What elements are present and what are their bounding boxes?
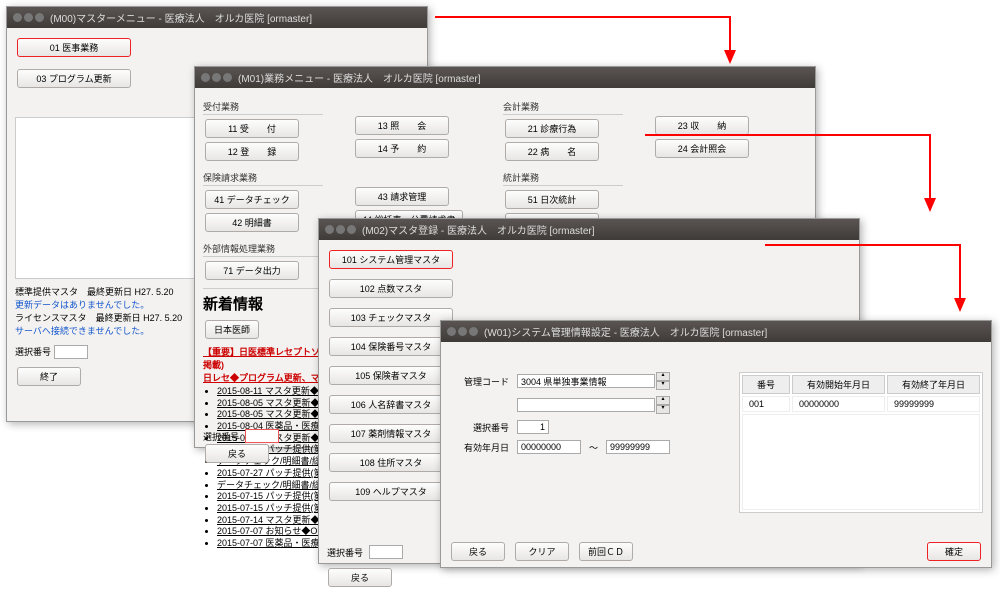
sub-input[interactable]	[517, 398, 655, 412]
btn-106[interactable]: 106 人名辞書マスタ	[329, 395, 453, 414]
confirm-button[interactable]: 確定	[927, 542, 981, 561]
window-w01: (W01)システム管理情報設定 - 医療法人 オルカ医院 [ormaster] …	[440, 320, 992, 568]
clear-button[interactable]: クリア	[515, 542, 569, 561]
btn-71[interactable]: 71 データ出力	[205, 261, 299, 280]
btn-103[interactable]: 103 チェックマスタ	[329, 308, 453, 327]
btn-11[interactable]: 11 受 付	[205, 119, 299, 138]
btn-21[interactable]: 21 診療行為	[505, 119, 599, 138]
std-master-date: 最終更新日 H27. 5.20	[87, 287, 174, 297]
date-from-input[interactable]	[517, 440, 581, 454]
titlebar-m02: (M02)マスタ登録 - 医療法人 オルカ医院 [ormaster]	[319, 219, 859, 240]
cell: 99999999	[887, 396, 980, 412]
section-insurance: 保険請求業務	[203, 171, 323, 186]
sub-select[interactable]: ▴▾	[517, 396, 670, 414]
btn-108[interactable]: 108 住所マスタ	[329, 453, 453, 472]
mgmt-code-input[interactable]	[517, 374, 655, 388]
chevron-down-icon[interactable]: ▾	[656, 405, 670, 414]
menu-03-button[interactable]: 03 プログラム更新	[17, 69, 131, 88]
selnum-input[interactable]	[517, 420, 549, 434]
cell: 00000000	[792, 396, 885, 412]
back-button-m02[interactable]: 戻る	[328, 568, 392, 587]
list-item[interactable]: 2015-07-15 パッチ提供(第	[217, 491, 323, 501]
valid-period-table: 番号有効開始年月日有効終了年月日 0010000000099999999	[739, 372, 983, 513]
date-to-input[interactable]	[606, 440, 670, 454]
list-item[interactable]: 2015-08-05 マスタ更新◆	[217, 409, 320, 419]
title-m00: (M00)マスターメニュー - 医療法人 オルカ医院 [ormaster]	[50, 10, 312, 25]
section-external: 外部情報処理業務	[203, 242, 323, 257]
titlebar-w01: (W01)システム管理情報設定 - 医療法人 オルカ医院 [ormaster]	[441, 321, 991, 342]
window-controls-icon[interactable]	[325, 225, 356, 234]
select-input-m00[interactable]	[54, 345, 88, 359]
btn-12[interactable]: 12 登 録	[205, 142, 299, 161]
no-update-text: 更新データはありませんでした。	[15, 300, 149, 310]
list-item[interactable]: 2015-08-05 マスタ更新◆	[217, 398, 320, 408]
list-item[interactable]: データチェック/明細書/総括	[217, 480, 330, 490]
window-controls-icon[interactable]	[201, 73, 232, 82]
select-input-m01[interactable]	[245, 429, 279, 443]
btn-13[interactable]: 13 照 会	[355, 116, 449, 135]
std-master-label: 標準提供マスタ	[15, 287, 78, 297]
th-end: 有効終了年月日	[887, 375, 980, 394]
selnum-label: 選択番号	[449, 421, 509, 434]
btn-42[interactable]: 42 明細書	[205, 213, 299, 232]
title-m02: (M02)マスタ登録 - 医療法人 オルカ医院 [ormaster]	[362, 222, 595, 237]
section-stats: 統計業務	[503, 171, 623, 186]
validdate-label: 有効年月日	[449, 441, 509, 454]
title-w01: (W01)システム管理情報設定 - 医療法人 オルカ医院 [ormaster]	[484, 324, 767, 339]
arrow-icon	[430, 12, 740, 72]
back-button-w01[interactable]: 戻る	[451, 542, 505, 561]
btn-22[interactable]: 22 病 名	[505, 142, 599, 161]
cell: 001	[742, 396, 790, 412]
arrow-icon	[640, 130, 940, 220]
select-label-m02: 選択番号	[327, 546, 363, 559]
tilde-label: ～	[589, 441, 598, 454]
select-label-m00: 選択番号	[15, 347, 51, 357]
th-start: 有効開始年月日	[792, 375, 885, 394]
table-row[interactable]: 0010000000099999999	[742, 396, 980, 412]
list-item[interactable]: 2015-07-14 マスタ更新◆	[217, 515, 320, 525]
prevcd-button[interactable]: 前回ＣＤ	[579, 542, 633, 561]
chevron-up-icon[interactable]: ▴	[656, 396, 670, 405]
btn-107[interactable]: 107 薬剤情報マスタ	[329, 424, 453, 443]
chevron-up-icon[interactable]: ▴	[656, 372, 670, 381]
th-num: 番号	[742, 375, 790, 394]
window-controls-icon[interactable]	[447, 327, 478, 336]
title-m01: (M01)業務メニュー - 医療法人 オルカ医院 [ormaster]	[238, 70, 481, 85]
btn-14[interactable]: 14 予 約	[355, 139, 449, 158]
window-controls-icon[interactable]	[13, 13, 44, 22]
titlebar-m00: (M00)マスターメニュー - 医療法人 オルカ医院 [ormaster]	[7, 7, 427, 28]
list-item[interactable]: 2015-07-15 パッチ提供(第	[217, 503, 323, 513]
select-input-m02[interactable]	[369, 545, 403, 559]
menu-01-button[interactable]: 01 医事業務	[17, 38, 131, 57]
list-item[interactable]: 2015-07-27 パッチ提供(第	[217, 468, 323, 478]
mgmt-code-select[interactable]: ▴▾	[517, 372, 670, 390]
license-date: 最終更新日 H27. 5.20	[96, 313, 183, 323]
btn-109[interactable]: 109 ヘルプマスタ	[329, 482, 453, 501]
end-button[interactable]: 終了	[17, 367, 81, 386]
chevron-down-icon[interactable]: ▾	[656, 381, 670, 390]
section-accounting: 会計業務	[503, 100, 623, 115]
btn-105[interactable]: 105 保険者マスタ	[329, 366, 453, 385]
server-fail-text: サーバへ接続できませんでした。	[15, 326, 149, 336]
list-item[interactable]: 2015-08-11 マスタ更新◆	[217, 386, 319, 396]
btn-102[interactable]: 102 点数マスタ	[329, 279, 453, 298]
list-item[interactable]: 2015-07-07 医薬品・医療	[217, 538, 320, 548]
list-item[interactable]: 2015-07-07 お知らせ◆OR	[217, 526, 324, 536]
tab-jma[interactable]: 日本医師	[205, 320, 259, 339]
back-button-m01[interactable]: 戻る	[205, 444, 269, 463]
section-reception: 受付業務	[203, 100, 323, 115]
btn-104[interactable]: 104 保険番号マスタ	[329, 337, 453, 356]
license-label: ライセンスマスタ	[15, 313, 87, 323]
btn-41[interactable]: 41 データチェック	[205, 190, 299, 209]
arrow-icon	[760, 240, 970, 320]
btn-43[interactable]: 43 請求管理	[355, 187, 449, 206]
btn-101[interactable]: 101 システム管理マスタ	[329, 250, 453, 269]
select-label-m01: 選択番号	[203, 430, 239, 443]
btn-51[interactable]: 51 日次統計	[505, 190, 599, 209]
mgmt-code-label: 管理コード	[449, 375, 509, 388]
